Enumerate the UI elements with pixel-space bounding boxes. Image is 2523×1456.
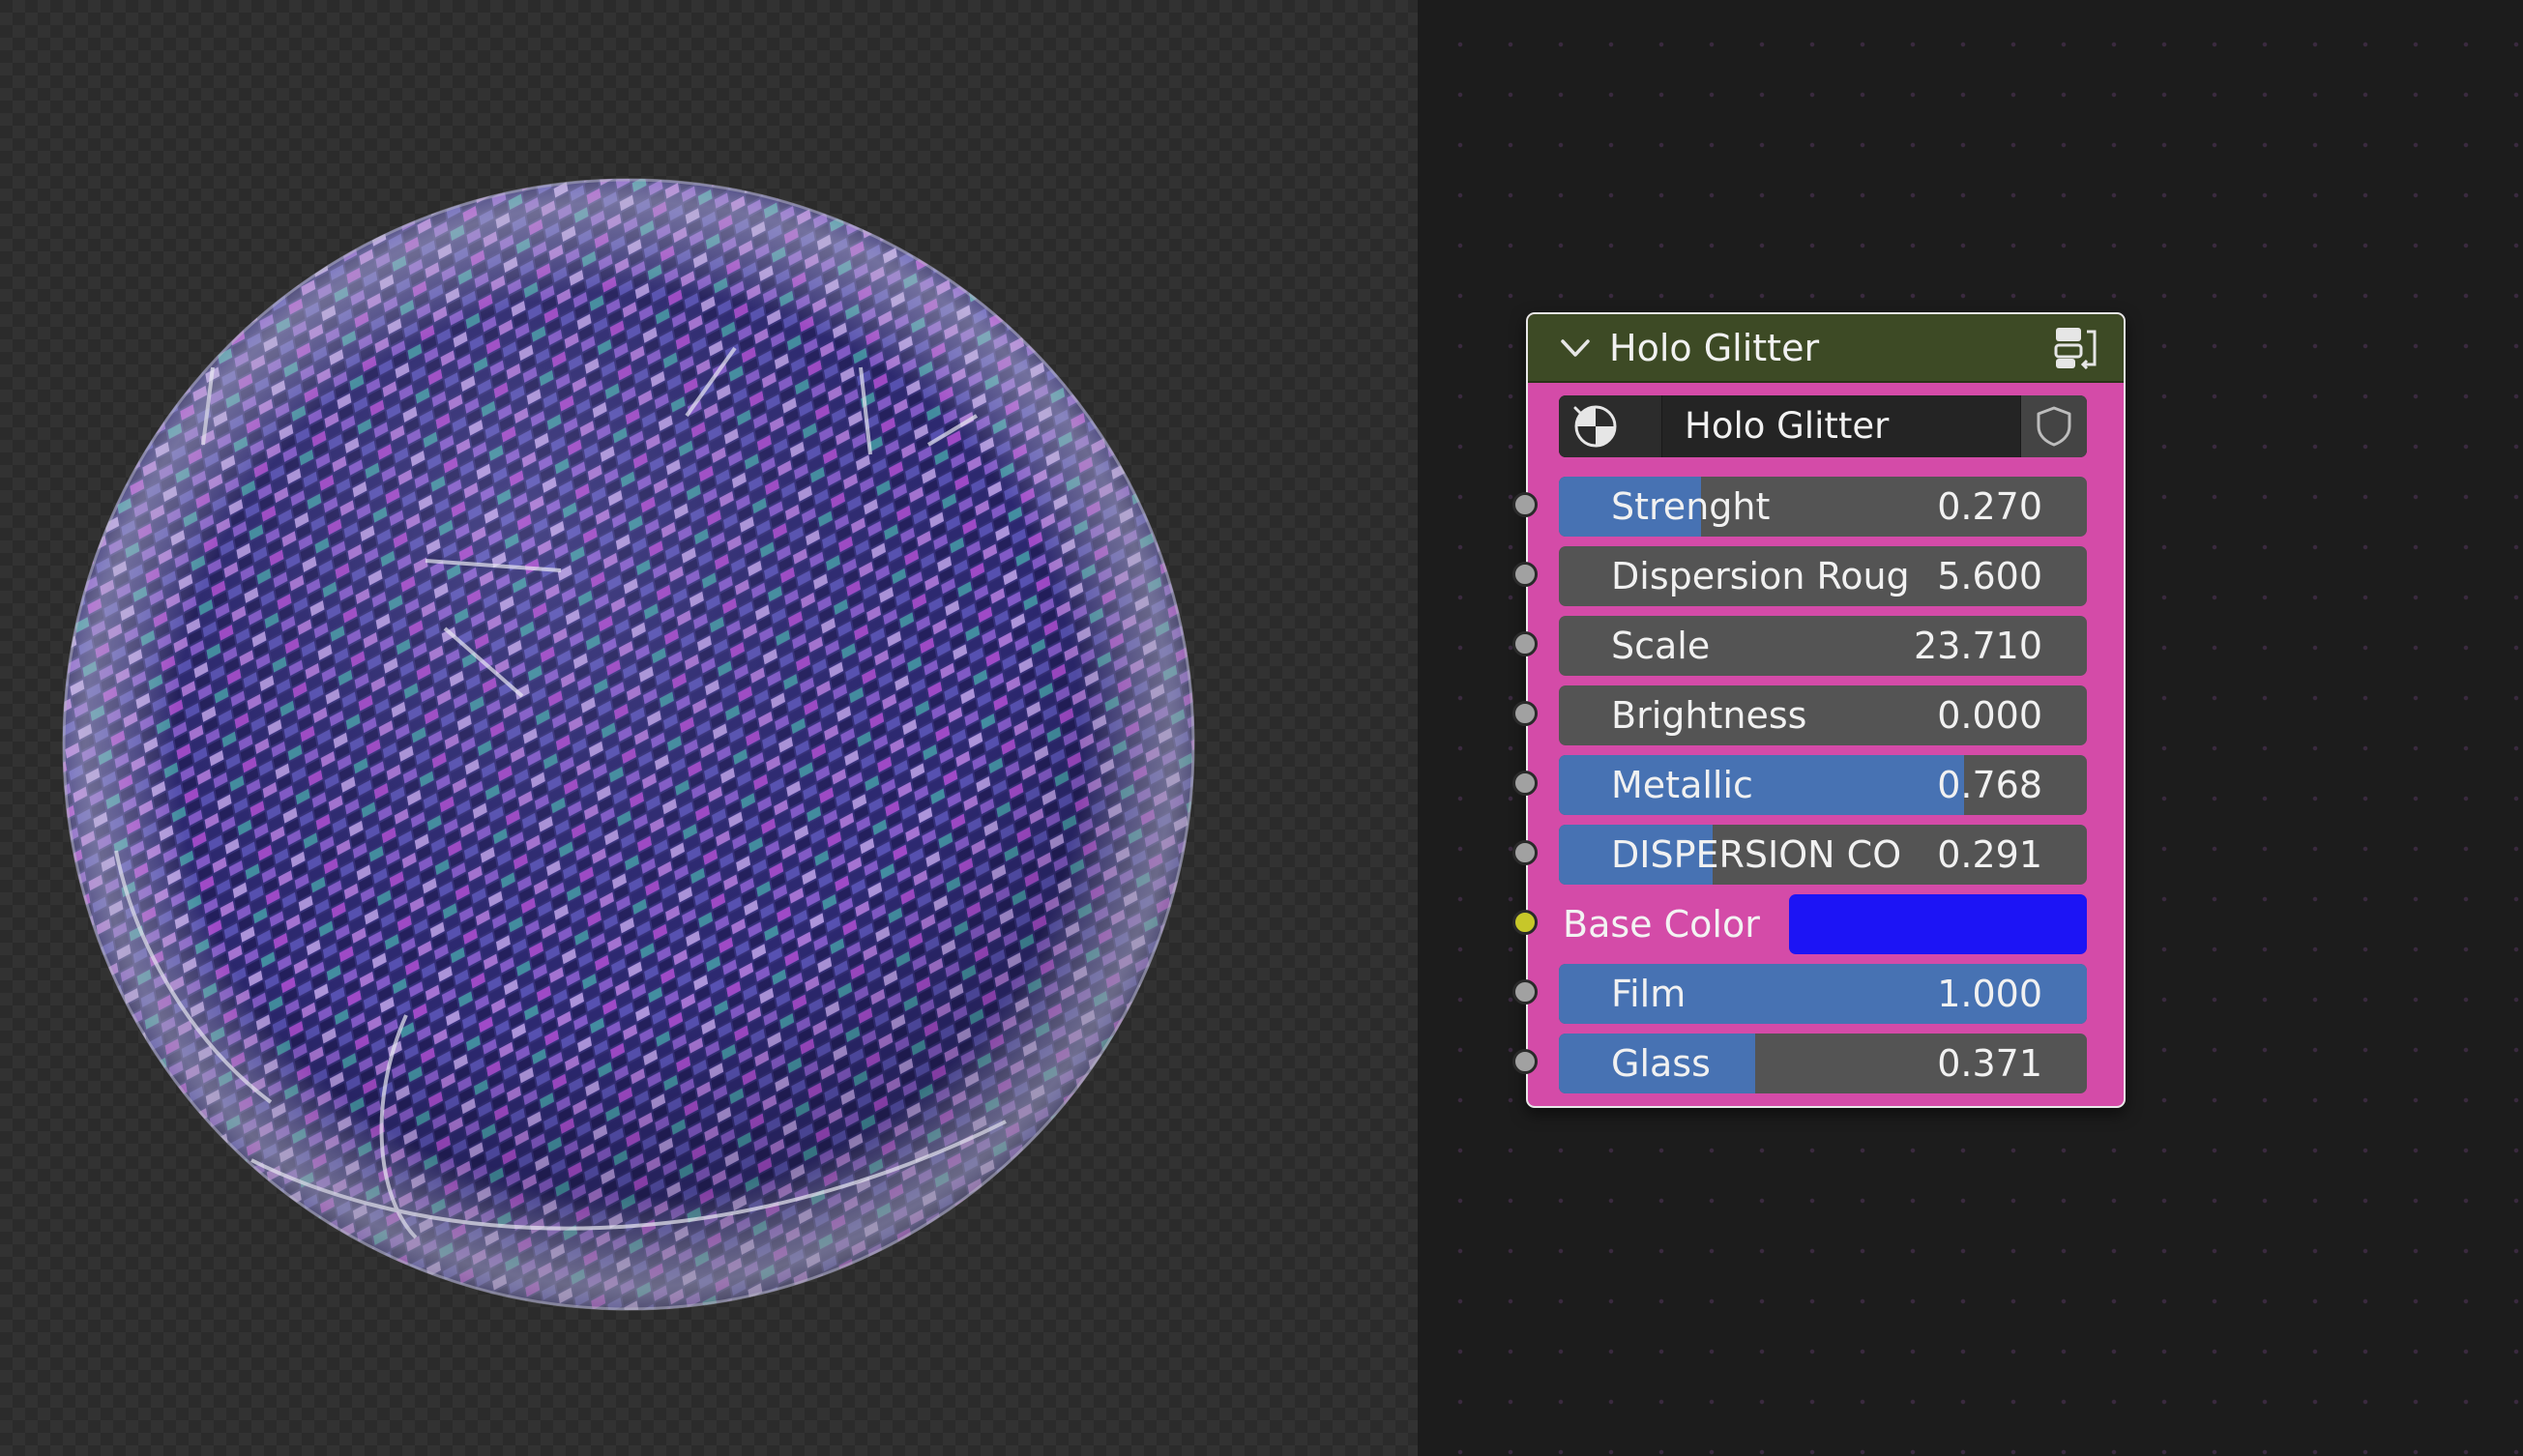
slider-value: 0.291	[1937, 833, 2042, 876]
shield-icon	[2037, 406, 2071, 447]
slider-value: 5.600	[1937, 555, 2042, 597]
input-row-dispersion-roug: Dispersion Roug 5.600	[1512, 546, 2127, 606]
slider-label: DISPERSION CO	[1611, 833, 1902, 876]
node-tree-type-button[interactable]	[1559, 395, 1662, 457]
input-row-dispersion-co: DISPERSION CO 0.291	[1512, 825, 2127, 885]
slider-value: 0.371	[1937, 1042, 2042, 1085]
slider-dispersion-co[interactable]: DISPERSION CO 0.291	[1559, 825, 2087, 885]
slider-label: Brightness	[1611, 694, 1807, 737]
slider-value: 1.000	[1937, 973, 2042, 1015]
input-socket[interactable]	[1512, 1049, 1538, 1074]
input-socket[interactable]	[1512, 840, 1538, 865]
input-socket[interactable]	[1512, 910, 1538, 935]
input-row-film: Film 1.000	[1512, 964, 2127, 1024]
input-row-metallic: Metallic 0.768	[1512, 755, 2127, 815]
base-color-label: Base Color	[1563, 903, 1760, 946]
glitter-sphere-preview	[58, 174, 1199, 1315]
slider-film[interactable]: Film 1.000	[1559, 964, 2087, 1024]
chevron-down-icon	[1573, 406, 1593, 419]
slider-dispersion-roug[interactable]: Dispersion Roug 5.600	[1559, 546, 2087, 606]
slider-value: 0.000	[1937, 694, 2042, 737]
input-row-scale: Scale 23.710	[1512, 616, 2127, 676]
input-socket[interactable]	[1512, 771, 1538, 796]
slider-label: Metallic	[1611, 764, 1753, 806]
slider-brightness[interactable]: Brightness 0.000	[1559, 685, 2087, 745]
input-socket[interactable]	[1512, 631, 1538, 656]
slider-glass[interactable]: Glass 0.371	[1559, 1034, 2087, 1093]
slider-label: Film	[1611, 973, 1687, 1015]
input-socket[interactable]	[1512, 701, 1538, 726]
input-socket[interactable]	[1512, 979, 1538, 1005]
slider-strenght[interactable]: Strenght 0.270	[1559, 477, 2087, 537]
slider-label: Dispersion Roug	[1611, 555, 1910, 597]
datablock-name[interactable]: Holo Glitter	[1685, 405, 1889, 448]
input-socket[interactable]	[1512, 492, 1538, 517]
slider-value: 23.710	[1914, 625, 2042, 667]
slider-metallic[interactable]: Metallic 0.768	[1559, 755, 2087, 815]
slider-label: Glass	[1611, 1042, 1711, 1085]
node-group-datablock-selector[interactable]: Holo Glitter	[1559, 395, 2087, 457]
node-title: Holo Glitter	[1609, 327, 1820, 369]
slider-value: 0.768	[1937, 764, 2042, 806]
slider-scale[interactable]: Scale 23.710	[1559, 616, 2087, 676]
input-row-base-color: Base Color	[1512, 894, 2127, 954]
slider-label: Strenght	[1611, 485, 1771, 528]
slider-value: 0.270	[1937, 485, 2042, 528]
chevron-down-icon[interactable]	[1559, 334, 1592, 363]
input-row-strenght: Strenght 0.270	[1512, 477, 2127, 537]
base-color-swatch[interactable]	[1789, 894, 2087, 954]
slider-label: Scale	[1611, 625, 1711, 667]
input-row-glass: Glass 0.371	[1512, 1034, 2127, 1093]
node-header[interactable]: Holo Glitter	[1528, 314, 2124, 383]
material-preview-viewport[interactable]	[0, 0, 1418, 1456]
input-socket[interactable]	[1512, 562, 1538, 587]
node-group-icon[interactable]	[2050, 322, 2102, 374]
input-row-brightness: Brightness 0.000	[1512, 685, 2127, 745]
fake-user-button[interactable]	[2020, 395, 2087, 457]
node-holo-glitter[interactable]: Holo Glitter Holo Glitter Strenght 0.270…	[1512, 312, 2127, 1108]
